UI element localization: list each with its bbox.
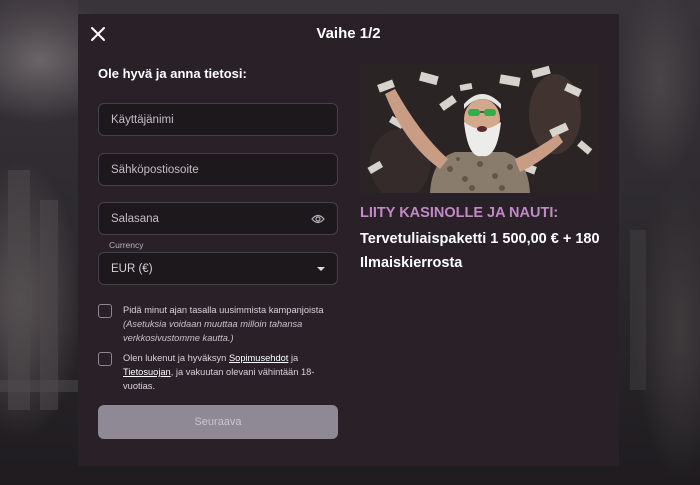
- currency-value: EUR (€): [111, 262, 153, 275]
- newsletter-note: (Asetuksia voidaan muuttaa milloin tahan…: [123, 319, 303, 343]
- terms-checkbox[interactable]: [98, 352, 112, 366]
- chevron-down-icon: [317, 266, 325, 271]
- newsletter-option: Pidä minut ajan tasalla uusimmista kampa…: [98, 303, 338, 345]
- background-ledge: [0, 380, 78, 392]
- newsletter-text: Pidä minut ajan tasalla uusimmista kampa…: [123, 303, 338, 345]
- username-input[interactable]: [111, 113, 325, 126]
- currency-select[interactable]: EUR (€): [98, 252, 338, 285]
- terms-prefix: Olen lukenut ja hyväksyn: [123, 353, 227, 363]
- background-roof: [0, 0, 78, 26]
- password-field[interactable]: [98, 202, 338, 235]
- password-input[interactable]: [111, 212, 311, 225]
- next-button[interactable]: Seuraava: [98, 405, 338, 439]
- privacy-link[interactable]: Tietosuojan: [123, 367, 171, 377]
- newsletter-checkbox[interactable]: [98, 304, 112, 318]
- background-pillar: [40, 200, 58, 410]
- eye-icon[interactable]: [311, 214, 325, 224]
- currency-label: Currency: [109, 240, 144, 250]
- terms-link[interactable]: Sopimusehdot: [229, 353, 288, 363]
- terms-and: ja: [290, 353, 299, 363]
- email-field[interactable]: [98, 153, 338, 186]
- username-field[interactable]: [98, 103, 338, 136]
- terms-option: Olen lukenut ja hyväksyn Sopimusehdot ja…: [98, 351, 338, 393]
- promo-image: [360, 64, 599, 193]
- form-intro: Ole hyvä ja anna tietosi:: [98, 66, 247, 81]
- email-input[interactable]: [111, 163, 325, 176]
- background-pillar: [8, 170, 30, 410]
- promo-offer: Tervetuliaispaketti 1 500,00 € + 180 Ilm…: [360, 231, 600, 271]
- promo-heading: LIITY KASINOLLE JA NAUTI:: [360, 205, 559, 221]
- registration-modal: Vaihe 1/2 Ole hyvä ja anna tietosi: Curr…: [78, 14, 619, 466]
- background-lamp-post: [630, 230, 646, 390]
- newsletter-label: Pidä minut ajan tasalla uusimmista kampa…: [123, 305, 324, 315]
- terms-text: Olen lukenut ja hyväksyn Sopimusehdot ja…: [123, 351, 338, 393]
- step-title: Vaihe 1/2: [316, 25, 381, 42]
